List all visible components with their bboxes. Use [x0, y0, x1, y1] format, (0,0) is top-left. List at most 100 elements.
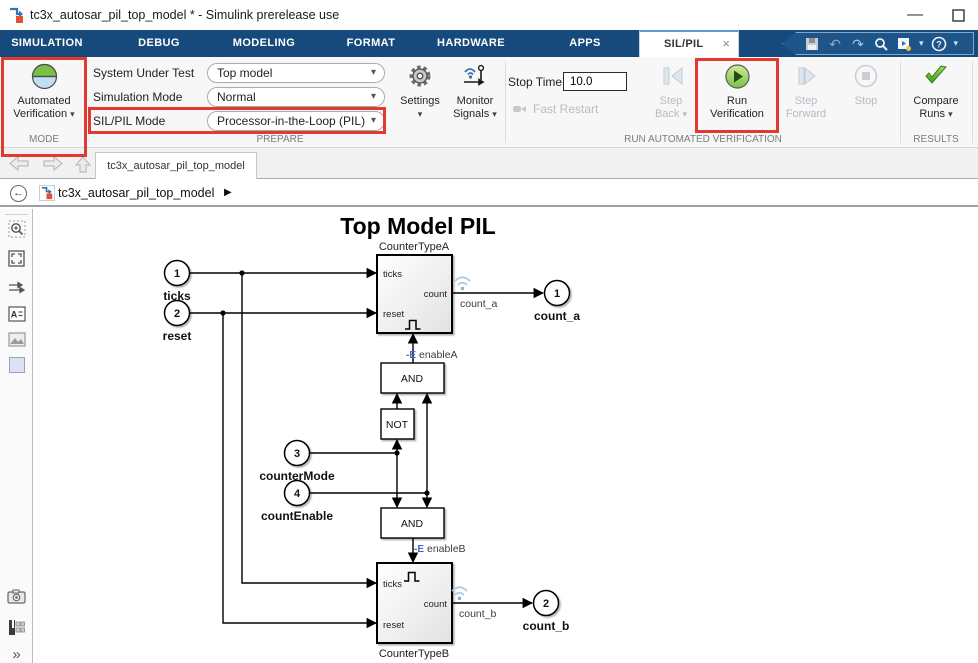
outport-count-a[interactable]: 1 count_a	[534, 281, 580, 324]
compare-runs-button[interactable]: Compare Runs ▾	[905, 60, 967, 120]
port-label: reset	[383, 620, 404, 631]
color-swatch-icon[interactable]	[0, 357, 33, 373]
silpil-mode-label: SIL/PIL Mode	[93, 111, 165, 131]
port-number: 4	[294, 488, 301, 500]
run-verification-label1: Run	[700, 95, 774, 108]
silpil-mode-select[interactable]: Processor-in-the-Loop (PIL) ▾	[207, 111, 385, 131]
simulation-mode-select[interactable]: Normal ▾	[207, 87, 385, 107]
hide-explorer-bar-icon[interactable]: ←	[10, 185, 27, 202]
redo-icon[interactable]: ↷	[850, 36, 866, 52]
step-back-button[interactable]: Step Back ▾	[645, 60, 697, 120]
expand-icon[interactable]: »	[0, 646, 33, 663]
divider	[505, 61, 506, 143]
up-arrow-icon[interactable]	[74, 155, 92, 174]
monitor-signals-button[interactable]: Monitor Signals ▾	[446, 60, 504, 120]
port-number: 2	[543, 598, 549, 610]
help-icon[interactable]: ?	[931, 36, 947, 52]
port-label: ticks	[383, 579, 402, 590]
tab-close-icon[interactable]: ×	[722, 36, 730, 51]
divider	[5, 214, 28, 215]
chevron-down-icon[interactable]: ▾	[919, 38, 924, 49]
system-under-test-value: Top model	[217, 66, 272, 80]
stop-button[interactable]: Stop	[842, 60, 890, 108]
palette-sidebar: A	[0, 209, 33, 663]
signal-label[interactable]: enableB	[427, 543, 466, 555]
compare-runs-label1: Compare	[905, 95, 967, 108]
annotation-icon[interactable]: A	[0, 306, 33, 322]
outport-count-b[interactable]: 2 count_b	[523, 591, 570, 634]
automated-verification-button[interactable]: Automated Verification ▾	[2, 60, 86, 120]
port-label: count	[424, 599, 448, 610]
gate-label: NOT	[386, 419, 409, 431]
back-arrow-icon[interactable]	[8, 155, 30, 172]
port-number: 1	[174, 268, 180, 280]
block-counter-type-a[interactable]: CounterTypeA ticks reset count	[377, 241, 452, 333]
tab-debug[interactable]: DEBUG	[138, 30, 180, 57]
minimize-button[interactable]: —	[900, 6, 930, 24]
viewmarks-icon[interactable]	[0, 619, 33, 636]
automated-verification-label2: Verification	[13, 108, 67, 120]
fit-to-view-icon[interactable]	[0, 250, 33, 267]
search-icon[interactable]	[873, 36, 889, 52]
tab-silpil[interactable]: SIL/PIL ×	[639, 30, 739, 57]
route-signals-icon[interactable]	[0, 280, 33, 295]
tab-simulation[interactable]: SIMULATION	[11, 30, 83, 57]
divider	[972, 61, 973, 143]
signal-wires[interactable]	[189, 273, 543, 623]
block-counter-type-b[interactable]: CounterTypeB ticks reset count	[377, 563, 452, 660]
test-point-icon: -E	[414, 544, 424, 555]
signal-label[interactable]: count_a	[460, 298, 498, 310]
system-under-test-select[interactable]: Top model ▾	[207, 63, 385, 83]
document-tab[interactable]: tc3x_autosar_pil_top_model	[95, 152, 257, 179]
port-label: reset	[383, 309, 404, 320]
forward-arrow-icon[interactable]	[42, 155, 64, 172]
block-and-b[interactable]: AND	[381, 508, 444, 538]
block-and-a[interactable]: AND	[381, 363, 444, 393]
image-icon[interactable]	[0, 332, 33, 347]
tab-silpil-label: SIL/PIL	[664, 38, 703, 50]
signal-label[interactable]: count_b	[459, 608, 497, 620]
fast-restart-toggle[interactable]: Fast Restart	[512, 102, 598, 116]
chevron-down-icon: ▾	[492, 109, 497, 119]
ribbon-tab-bar: SIMULATION DEBUG MODELING FORMAT HARDWAR…	[0, 30, 978, 57]
chevron-down-icon[interactable]: ▾	[954, 38, 959, 49]
run-verification-label2: Verification	[700, 108, 774, 121]
breadcrumb-arrow-icon[interactable]: ▶	[224, 187, 232, 198]
tab-apps[interactable]: APPS	[569, 30, 601, 57]
inport-ticks[interactable]: 1 ticks	[163, 261, 191, 304]
chevron-down-icon: ▾	[371, 88, 376, 106]
port-label: ticks	[383, 269, 402, 280]
chevron-down-icon: ▾	[683, 109, 688, 119]
save-icon[interactable]	[804, 36, 820, 52]
gear-icon	[392, 60, 448, 92]
port-name: countEnable	[261, 509, 333, 523]
fast-restart-label: Fast Restart	[533, 102, 598, 116]
tab-hardware[interactable]: HARDWARE	[437, 30, 505, 57]
tab-modeling[interactable]: MODELING	[233, 30, 295, 57]
tab-format[interactable]: FORMAT	[347, 30, 396, 57]
model-canvas[interactable]: Top Model PIL	[34, 209, 978, 663]
block-not[interactable]: NOT	[381, 409, 414, 439]
stop-time-input[interactable]	[563, 72, 627, 91]
step-forward-button[interactable]: Step Forward	[778, 60, 834, 120]
screenshot-icon[interactable]	[0, 589, 33, 604]
referenced-model-icon[interactable]	[896, 36, 912, 52]
settings-button[interactable]: Settings ▾	[392, 60, 448, 120]
breadcrumb-model-name[interactable]: tc3x_autosar_pil_top_model	[58, 186, 214, 200]
chevron-down-icon: ▾	[371, 112, 376, 130]
maximize-button[interactable]	[952, 9, 965, 22]
monitor-signals-label1: Monitor	[446, 95, 504, 108]
block-name: CounterTypeB	[379, 648, 449, 660]
inport-counter-mode[interactable]: 3 counterMode	[259, 441, 335, 484]
zoom-icon[interactable]	[0, 220, 33, 238]
inport-reset[interactable]: 2 reset	[163, 301, 192, 344]
diagram-title: Top Model PIL	[340, 213, 495, 239]
inport-count-enable[interactable]: 4 countEnable	[261, 481, 333, 524]
settings-label: Settings	[392, 95, 448, 108]
model-editor: A	[0, 209, 978, 663]
svg-text:?: ?	[936, 39, 942, 49]
signal-label[interactable]: enableA	[419, 349, 458, 361]
step-back-label1: Step	[645, 95, 697, 108]
undo-icon[interactable]: ↶	[827, 36, 843, 52]
run-verification-button[interactable]: Run Verification	[700, 60, 774, 120]
